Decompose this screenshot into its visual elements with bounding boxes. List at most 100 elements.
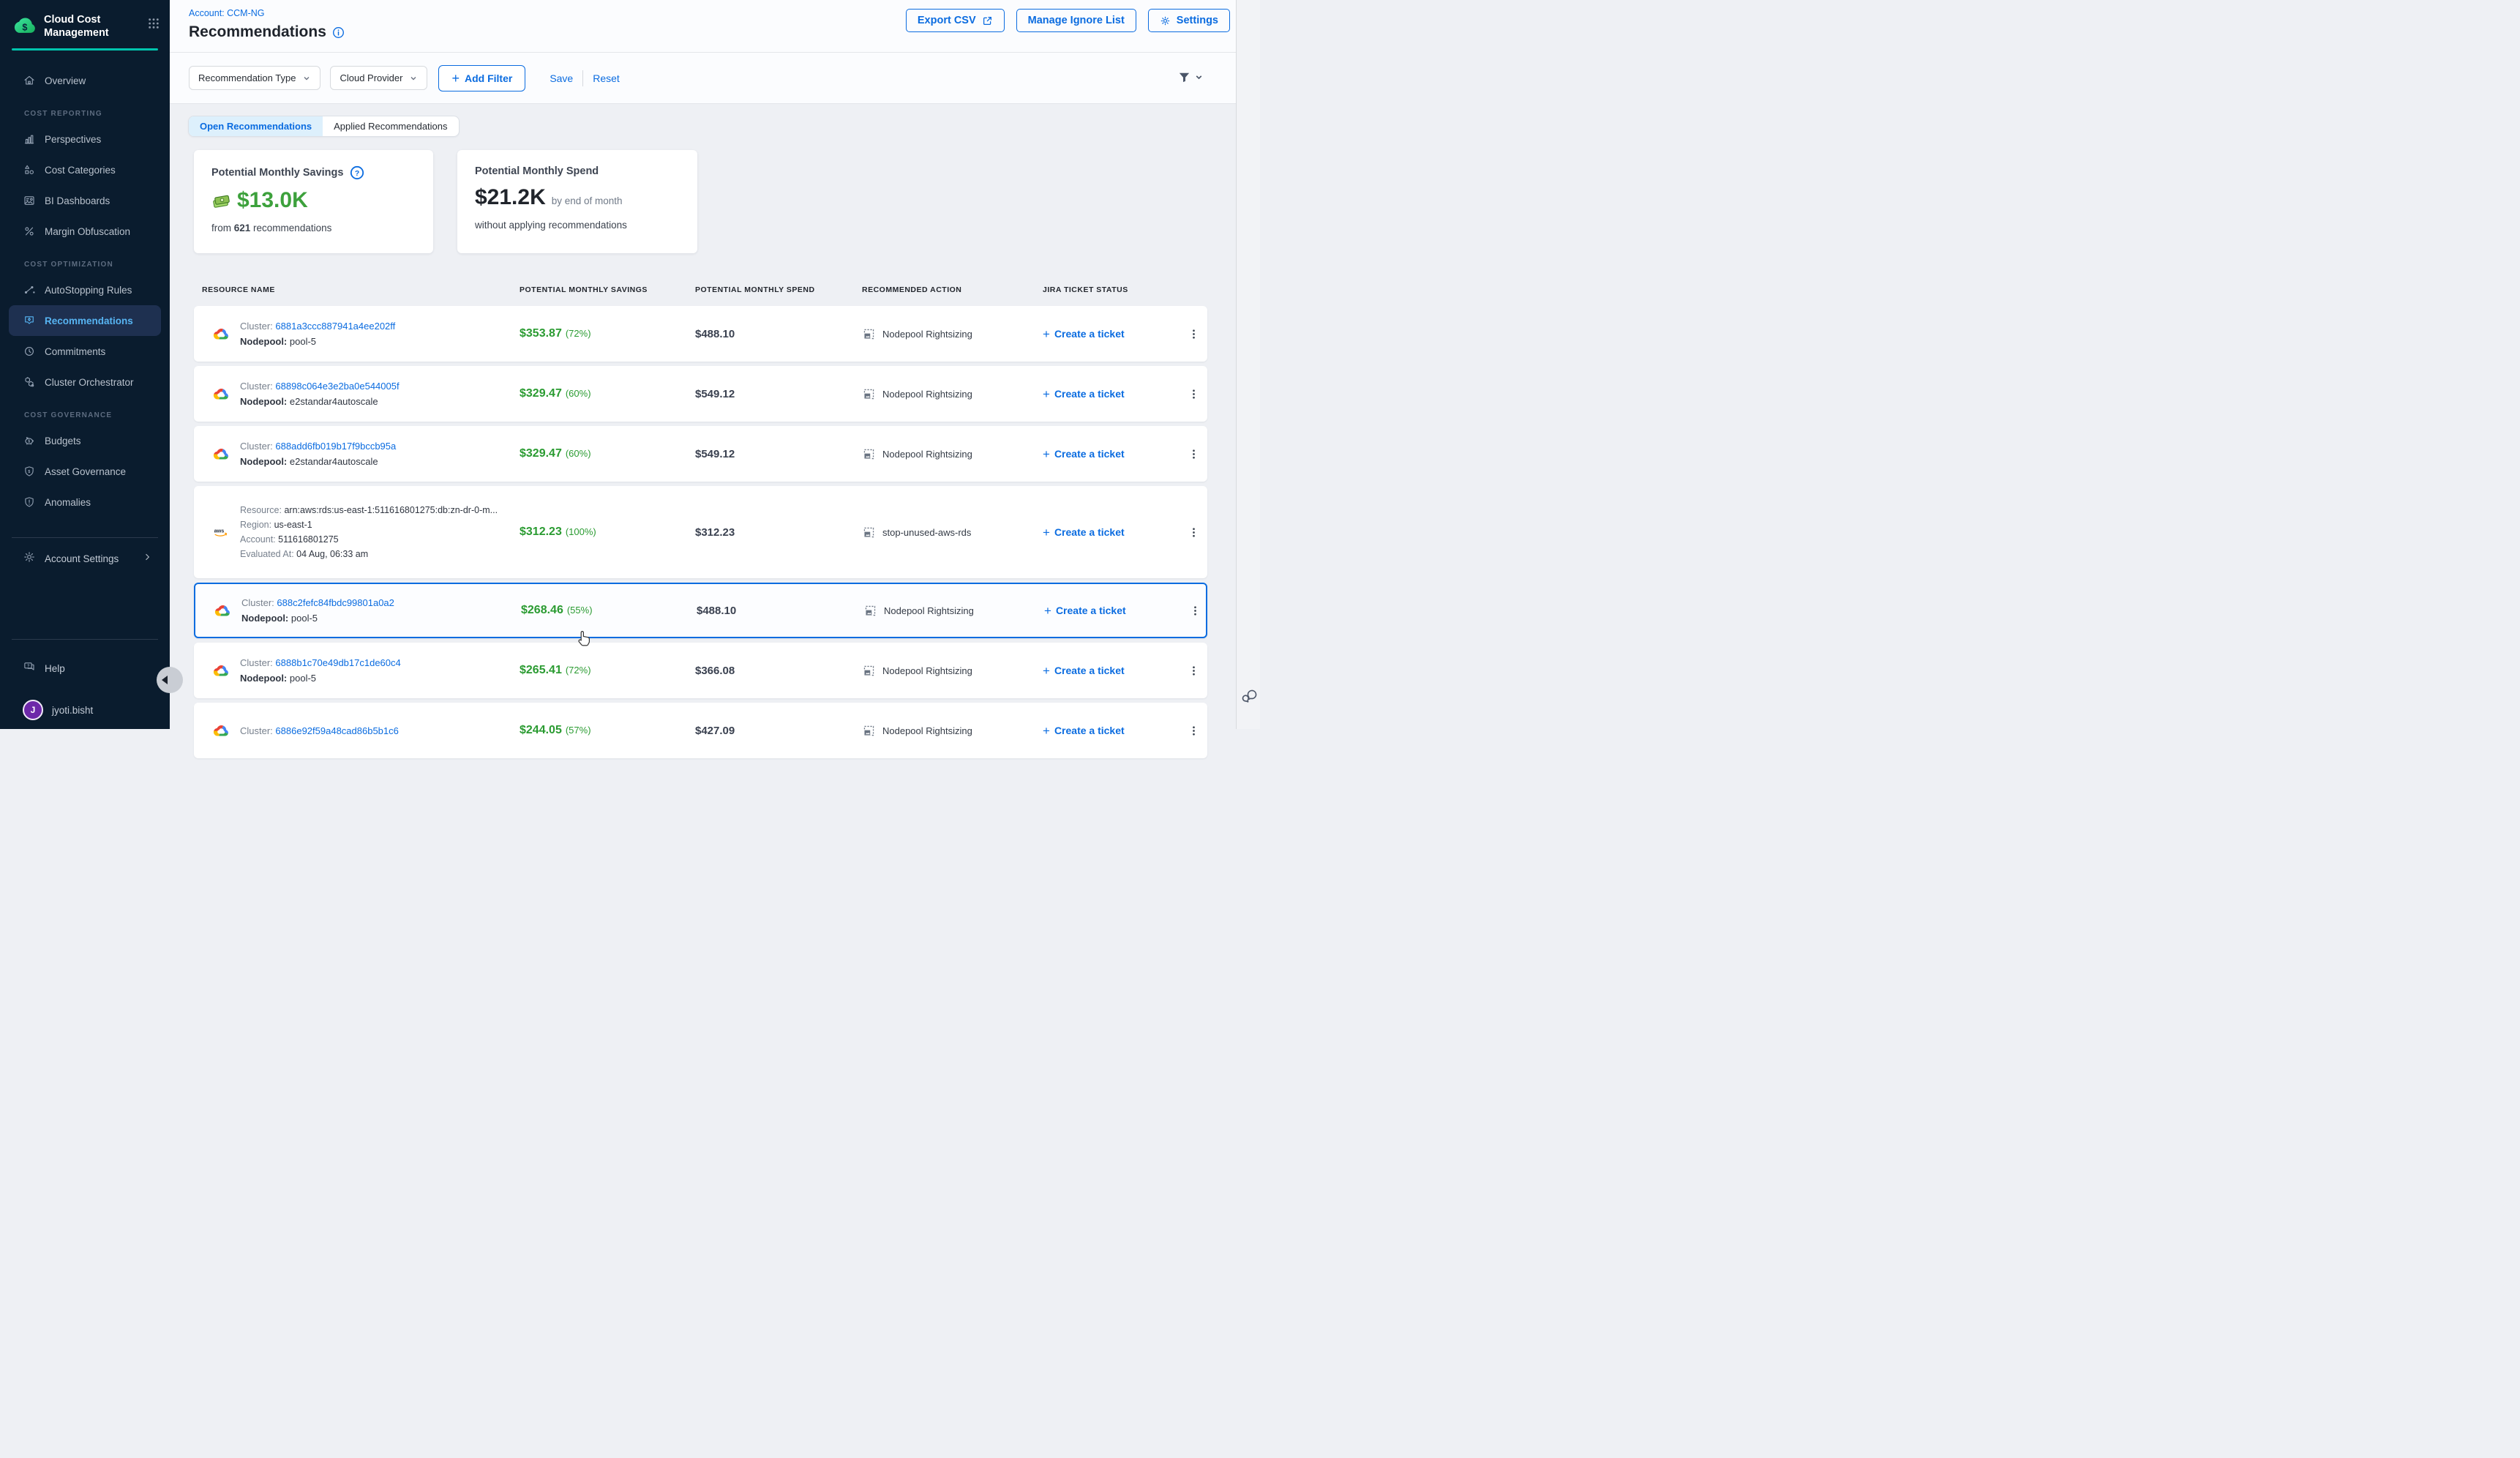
sidebar-item-anomalies[interactable]: Anomalies	[0, 487, 170, 517]
sidebar-item-overview[interactable]: Overview	[0, 65, 170, 96]
tab-applied-recommendations[interactable]: Applied Recommendations	[323, 116, 458, 136]
recommended-action: Nodepool Rightsizing	[862, 327, 1043, 341]
sidebar-item-budgets[interactable]: $Budgets	[0, 425, 170, 456]
create-ticket-button[interactable]: +Create a ticket	[1043, 725, 1187, 737]
sidebar-item-bi-dashboards[interactable]: BI Dashboards	[0, 185, 170, 216]
chat-support-icon[interactable]	[1240, 687, 1258, 709]
table-row[interactable]: Cluster: 688c2fefc84fbdc99801a0a2Nodepoo…	[194, 583, 1207, 638]
info-icon[interactable]	[332, 26, 345, 39]
filter-dropdown-cloud-provider[interactable]: Cloud Provider	[330, 66, 427, 90]
gcp-icon	[212, 446, 230, 462]
percent-icon	[23, 225, 36, 238]
kebab-menu-icon	[1187, 447, 1201, 461]
sidebar-item-margin-obfuscation[interactable]: Margin Obfuscation	[0, 216, 170, 247]
recommended-action: Nodepool Rightsizing	[862, 724, 1043, 738]
add-filter-button[interactable]: + Add Filter	[438, 65, 525, 91]
recommendations-table: Cluster: 6881a3ccc887941a4ee202ffNodepoo…	[194, 306, 1207, 758]
tab-open-recommendations[interactable]: Open Recommendations	[189, 116, 323, 136]
sidebar-item-help[interactable]: ? Help	[0, 652, 170, 684]
monthly-savings-value: $353.87(72%)	[520, 327, 695, 340]
app-switcher-icon[interactable]	[148, 18, 160, 33]
sidebar-item-cluster-orchestrator[interactable]: Cluster Orchestrator	[0, 367, 170, 397]
row-menu-button[interactable]	[1187, 327, 1207, 341]
sidebar-item-recommendations[interactable]: Recommendations	[9, 305, 161, 336]
chevron-right-icon	[142, 552, 152, 566]
create-ticket-button[interactable]: +Create a ticket	[1043, 526, 1187, 539]
savings-value: $13.0K	[237, 188, 308, 213]
resource-link[interactable]: 6881a3ccc887941a4ee202ff	[275, 321, 395, 332]
filter-bar: Recommendation Type Cloud Provider + Add…	[170, 53, 1236, 104]
kebab-menu-icon	[1187, 724, 1201, 738]
autostop-icon	[23, 283, 36, 296]
resource-link[interactable]: 68898c064e3e2ba0e544005f	[275, 381, 399, 392]
gcp-icon	[212, 663, 230, 678]
plus-icon: +	[1043, 526, 1050, 539]
recommended-action: stop-unused-aws-rds	[862, 526, 1043, 539]
app-title: Cloud Cost Management	[44, 13, 124, 40]
resource-link[interactable]: 6886e92f59a48cad86b5b1c6	[275, 725, 398, 736]
create-ticket-button[interactable]: +Create a ticket	[1043, 448, 1187, 460]
create-ticket-button[interactable]: +Create a ticket	[1044, 605, 1188, 617]
sidebar: $ Cloud Cost Management OverviewCOST REP…	[0, 0, 170, 729]
kebab-menu-icon	[1187, 387, 1201, 401]
save-filter-button[interactable]: Save	[550, 72, 573, 84]
row-menu-button[interactable]	[1187, 724, 1207, 738]
settings-button[interactable]: Settings	[1148, 9, 1230, 32]
table-row[interactable]: Cluster: 6881a3ccc887941a4ee202ffNodepoo…	[194, 306, 1207, 362]
sidebar-collapse-button[interactable]	[157, 667, 183, 693]
breadcrumb-account[interactable]: Account: CCM-NG	[189, 8, 265, 18]
sidebar-item-perspectives[interactable]: Perspectives	[0, 124, 170, 154]
row-menu-button[interactable]	[1187, 526, 1207, 539]
shield-dollar-icon: $	[23, 465, 36, 478]
money-icon	[211, 192, 231, 209]
funnel-icon	[1177, 70, 1191, 84]
app-logo-cloud-icon: $	[12, 15, 38, 37]
table-row[interactable]: Cluster: 68898c064e3e2ba0e544005fNodepoo…	[194, 366, 1207, 422]
shield-alert-icon	[23, 496, 36, 509]
resource-cell: Cluster: 6886e92f59a48cad86b5b1c6	[194, 723, 520, 739]
sidebar-section-header: COST OPTIMIZATION	[24, 255, 170, 274]
create-ticket-button[interactable]: +Create a ticket	[1043, 328, 1187, 340]
table-row[interactable]: Cluster: 688add6fb019b17f9bccb95aNodepoo…	[194, 426, 1207, 482]
rightsizing-icon	[863, 604, 877, 618]
sidebar-divider	[12, 639, 158, 640]
row-menu-button[interactable]	[1187, 387, 1207, 401]
monthly-savings-value: $329.47(60%)	[520, 447, 695, 460]
export-csv-button[interactable]: Export CSV	[906, 9, 1005, 32]
monthly-savings-value: $268.46(55%)	[521, 604, 697, 617]
rightsizing-icon	[862, 447, 876, 461]
reset-filter-button[interactable]: Reset	[593, 72, 620, 84]
resource-link[interactable]: 6888b1c70e49db17c1de60c4	[275, 657, 400, 668]
sidebar-section-header: COST GOVERNANCE	[24, 406, 170, 425]
spend-value: $21.2K	[475, 185, 546, 210]
resource-cell: Cluster: 68898c064e3e2ba0e544005fNodepoo…	[194, 378, 520, 409]
resource-link[interactable]: 688c2fefc84fbdc99801a0a2	[277, 597, 394, 608]
filter-panel-toggle[interactable]	[1177, 70, 1204, 84]
right-rail	[1236, 0, 1260, 729]
user-name: jyoti.bisht	[52, 705, 93, 716]
user-menu[interactable]: J jyoti.bisht	[0, 695, 170, 725]
table-row[interactable]: awsResource: arn:aws:rds:us-east-1:51161…	[194, 486, 1207, 578]
table-row[interactable]: Cluster: 6888b1c70e49db17c1de60c4Nodepoo…	[194, 643, 1207, 698]
recommended-action: Nodepool Rightsizing	[862, 387, 1043, 401]
sidebar-item-cost-categories[interactable]: Cost Categories	[0, 154, 170, 185]
collapse-arrow-icon	[162, 676, 168, 684]
manage-ignore-list-button[interactable]: Manage Ignore List	[1016, 9, 1136, 32]
sidebar-item-commitments[interactable]: Commitments	[0, 336, 170, 367]
create-ticket-button[interactable]: +Create a ticket	[1043, 388, 1187, 400]
page-title: Recommendations	[189, 23, 326, 41]
row-menu-button[interactable]	[1188, 604, 1209, 618]
row-menu-button[interactable]	[1187, 664, 1207, 678]
sidebar-item-autostopping-rules[interactable]: AutoStopping Rules	[0, 274, 170, 305]
table-row[interactable]: Cluster: 6886e92f59a48cad86b5b1c6$244.05…	[194, 703, 1207, 758]
resource-link[interactable]: 688add6fb019b17f9bccb95a	[275, 441, 396, 452]
rightsizing-icon	[862, 664, 876, 678]
sidebar-item-asset-governance[interactable]: $Asset Governance	[0, 456, 170, 487]
filter-dropdown-recommendation-type[interactable]: Recommendation Type	[189, 66, 320, 90]
create-ticket-button[interactable]: +Create a ticket	[1043, 665, 1187, 677]
row-menu-button[interactable]	[1187, 447, 1207, 461]
spend-subtitle: without applying recommendations	[475, 220, 680, 231]
gcp-icon	[212, 386, 230, 402]
sidebar-item-account-settings[interactable]: Account Settings	[0, 542, 170, 575]
help-question-icon[interactable]: ?	[350, 165, 364, 180]
